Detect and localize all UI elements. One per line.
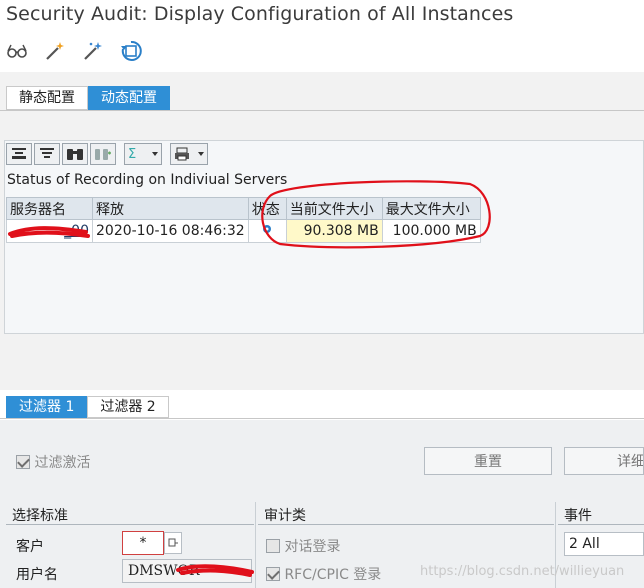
watermark: https://blog.csdn.net/willieyuan bbox=[420, 564, 625, 579]
tab-divider bbox=[0, 110, 644, 111]
align-top-icon[interactable] bbox=[6, 143, 32, 165]
column-header-server[interactable]: 服务器名 bbox=[6, 197, 93, 220]
filter-panel bbox=[0, 420, 644, 588]
table-row[interactable]: _00 2020-10-16 08:46:32 90.308 MB 100.00… bbox=[6, 219, 481, 243]
table-header-row: 服务器名 释放 状态 当前文件大小 最大文件大小 bbox=[6, 197, 481, 220]
column-header-release[interactable]: 释放 bbox=[92, 197, 249, 220]
client-field[interactable]: * bbox=[122, 531, 164, 555]
glasses-icon[interactable] bbox=[4, 38, 30, 64]
magic-wand-sparkle-icon[interactable] bbox=[80, 38, 106, 64]
filter-icon[interactable] bbox=[34, 143, 60, 165]
print-icon[interactable] bbox=[170, 143, 208, 165]
tab-filter-1[interactable]: 过滤器 1 bbox=[6, 396, 88, 418]
audit-class-header: 审计类 bbox=[258, 505, 554, 525]
reset-button[interactable]: 重置 bbox=[424, 447, 552, 475]
column-header-current-size[interactable]: 当前文件大小 bbox=[285, 197, 383, 220]
application-toolbar bbox=[0, 34, 644, 68]
refresh-icon[interactable] bbox=[118, 38, 144, 64]
cell-server-name[interactable]: _00 bbox=[6, 219, 93, 243]
filter-tab-strip: 过滤器 1 过滤器 2 bbox=[6, 396, 169, 418]
selection-criteria-header: 选择标准 bbox=[6, 505, 254, 525]
title-bar: Security Audit: Display Configuration of… bbox=[0, 0, 644, 32]
column-header-status[interactable]: 状态 bbox=[247, 197, 287, 220]
window-title: Security Audit: Display Configuration of… bbox=[6, 3, 514, 25]
group-divider bbox=[255, 502, 256, 588]
filter-active-checkbox[interactable]: 过滤激活 bbox=[16, 452, 90, 472]
alv-title: Status of Recording on Indiviual Servers bbox=[7, 172, 288, 188]
events-select[interactable]: 2 All bbox=[564, 532, 644, 556]
checkbox-icon[interactable] bbox=[16, 455, 30, 469]
alv-toolbar: Σ bbox=[6, 143, 208, 165]
dialog-logon-label: 对话登录 bbox=[284, 539, 341, 555]
cell-release: 2020-10-16 08:46:32 bbox=[92, 219, 249, 243]
value-help-icon[interactable] bbox=[164, 532, 182, 554]
checkbox-icon[interactable] bbox=[266, 539, 280, 553]
config-tab-strip: 静态配置 动态配置 bbox=[6, 86, 170, 110]
sum-icon[interactable]: Σ bbox=[124, 143, 162, 165]
user-name-field[interactable]: DMSWOR bbox=[122, 559, 252, 583]
checkbox-icon[interactable] bbox=[266, 567, 280, 581]
cell-current-size: 90.308 MB bbox=[285, 219, 383, 243]
detail-button[interactable]: 详细 bbox=[564, 447, 644, 475]
tab-filter-2[interactable]: 过滤器 2 bbox=[87, 396, 169, 418]
rfc-logon-label: RFC/CPIC 登录 bbox=[284, 567, 382, 583]
column-header-max-size[interactable]: 最大文件大小 bbox=[381, 197, 481, 220]
tab-static-config[interactable]: 静态配置 bbox=[6, 86, 88, 110]
events-header: 事件 bbox=[558, 505, 644, 525]
client-label: 客户 bbox=[16, 539, 44, 555]
magic-wand-icon[interactable] bbox=[42, 38, 68, 64]
filter-active-label: 过滤激活 bbox=[34, 455, 91, 471]
cell-status bbox=[247, 219, 287, 243]
dialog-logon-checkbox[interactable]: 对话登录 bbox=[266, 536, 340, 556]
server-status-table: 服务器名 释放 状态 当前文件大小 最大文件大小 _00 2020-10-16 … bbox=[6, 197, 481, 243]
tab-divider-2 bbox=[0, 418, 644, 419]
rfc-logon-checkbox[interactable]: RFC/CPIC 登录 bbox=[266, 564, 381, 584]
user-name-label: 用户名 bbox=[16, 567, 58, 583]
tab-dynamic-config[interactable]: 动态配置 bbox=[88, 86, 170, 110]
binoculars-next-icon[interactable] bbox=[90, 143, 116, 165]
cell-max-size: 100.000 MB bbox=[381, 219, 481, 243]
active-status-icon bbox=[261, 223, 273, 239]
binoculars-icon[interactable] bbox=[62, 143, 88, 165]
